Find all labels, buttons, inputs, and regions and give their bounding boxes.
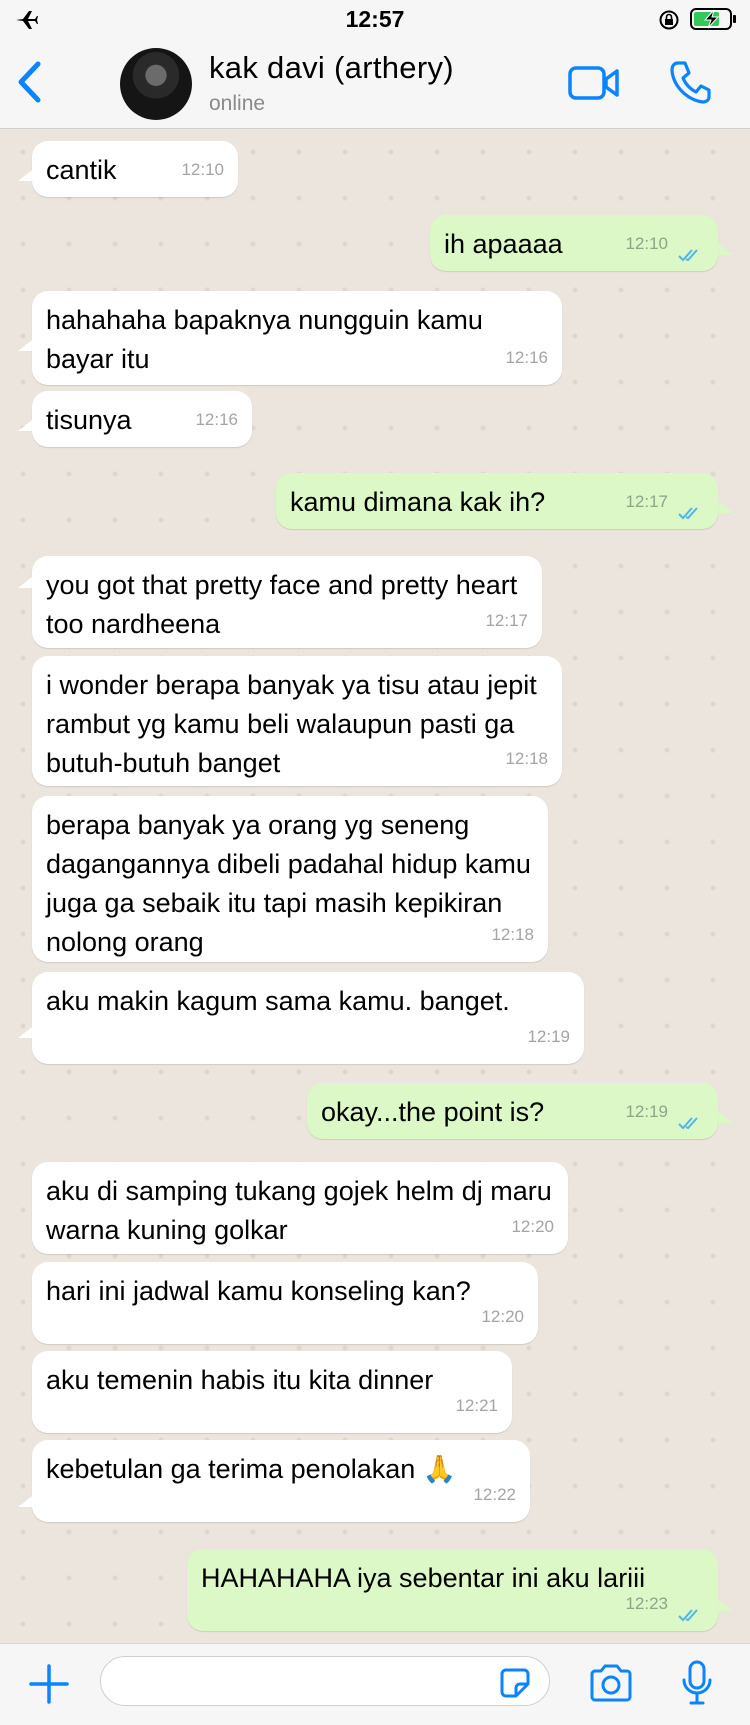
message-text: aku di samping tukang gojek helm dj maru… (46, 1176, 560, 1245)
double-check-icon (678, 1117, 698, 1130)
message-incoming[interactable]: hahahaha bapaknya nungguin kamu bayar it… (32, 291, 562, 385)
message-outgoing[interactable]: HAHAHAHA iya sebentar ini aku lariii 12:… (187, 1549, 718, 1631)
message-time: 12:10 (625, 234, 668, 253)
contact-name[interactable]: kak davi (arthery) (209, 50, 454, 86)
message-incoming[interactable]: aku temenin habis itu kita dinner 12:21 (32, 1351, 512, 1433)
double-check-icon (678, 1609, 698, 1622)
message-outgoing[interactable]: kamu dimana kak ih? 12:17 (276, 473, 718, 529)
message-time: 12:20 (511, 1217, 554, 1236)
status-bar: 12:57 (0, 0, 750, 40)
message-text: berapa banyak ya orang yg seneng daganga… (46, 810, 539, 957)
message-time: 12:10 (181, 160, 224, 179)
message-time: 12:18 (491, 925, 534, 944)
back-chevron-icon[interactable] (16, 60, 42, 104)
microphone-icon[interactable] (681, 1660, 713, 1706)
chat-area[interactable]: cantik 12:10 ih apaaaa 12:10 hahahaha ba… (0, 129, 750, 1643)
message-time: 12:23 (625, 1594, 668, 1613)
message-outgoing[interactable]: okay...the point is? 12:19 (307, 1083, 718, 1139)
plus-icon[interactable] (29, 1664, 69, 1704)
message-incoming[interactable]: hari ini jadwal kamu konseling kan? 12:2… (32, 1262, 538, 1344)
message-text: kebetulan ga terima penolakan 🙏 (46, 1454, 457, 1484)
video-call-icon[interactable] (568, 64, 620, 102)
avatar[interactable] (120, 48, 192, 120)
message-time: 12:19 (625, 1102, 668, 1121)
message-input[interactable] (100, 1656, 550, 1706)
message-incoming[interactable]: aku makin kagum sama kamu. banget. 12:19 (32, 972, 584, 1064)
message-time: 12:22 (473, 1485, 516, 1504)
status-time: 12:57 (345, 6, 405, 32)
message-incoming[interactable]: you got that pretty face and pretty hear… (32, 556, 542, 648)
message-text: cantik (46, 155, 117, 185)
message-text: ih apaaaa (444, 229, 563, 259)
message-text: hari ini jadwal kamu konseling kan? (46, 1276, 471, 1306)
message-text: HAHAHAHA iya sebentar ini aku lariii (201, 1563, 646, 1593)
message-time: 12:18 (505, 749, 548, 768)
message-incoming[interactable]: i wonder berapa banyak ya tisu atau jepi… (32, 656, 562, 786)
message-text: i wonder berapa banyak ya tisu atau jepi… (46, 670, 545, 778)
chat-header: kak davi (arthery) online (0, 40, 750, 129)
message-time: 12:17 (485, 611, 528, 630)
message-incoming[interactable]: tisunya 12:16 (32, 391, 252, 447)
message-time: 12:17 (625, 492, 668, 511)
message-outgoing[interactable]: ih apaaaa 12:10 (430, 215, 718, 271)
message-text: kamu dimana kak ih? (290, 487, 546, 517)
message-incoming[interactable]: kebetulan ga terima penolakan 🙏 12:22 (32, 1440, 530, 1522)
message-text: tisunya (46, 405, 132, 435)
message-time: 12:20 (481, 1307, 524, 1326)
message-time: 12:19 (527, 1027, 570, 1046)
message-text: hahahaha bapaknya nungguin kamu bayar it… (46, 305, 491, 374)
camera-icon[interactable] (588, 1664, 634, 1702)
message-text: aku makin kagum sama kamu. banget. (46, 986, 510, 1016)
message-incoming[interactable]: berapa banyak ya orang yg seneng daganga… (32, 796, 548, 962)
input-bar (0, 1643, 750, 1725)
message-text: aku temenin habis itu kita dinner (46, 1365, 434, 1395)
contact-status: online (209, 92, 266, 115)
message-text: okay...the point is? (321, 1097, 545, 1127)
double-check-icon (678, 249, 698, 262)
message-time: 12:16 (195, 410, 238, 429)
phone-call-icon[interactable] (669, 60, 711, 104)
double-check-icon (678, 507, 698, 520)
orientation-lock-icon (659, 10, 679, 30)
message-incoming[interactable]: aku di samping tukang gojek helm dj maru… (32, 1162, 568, 1254)
message-time: 12:16 (505, 348, 548, 367)
message-incoming[interactable]: cantik 12:10 (32, 141, 238, 197)
message-text: you got that pretty face and pretty hear… (46, 570, 525, 639)
sticker-icon[interactable] (498, 1666, 532, 1700)
message-time: 12:21 (455, 1396, 498, 1415)
battery-charging-icon (690, 8, 736, 30)
